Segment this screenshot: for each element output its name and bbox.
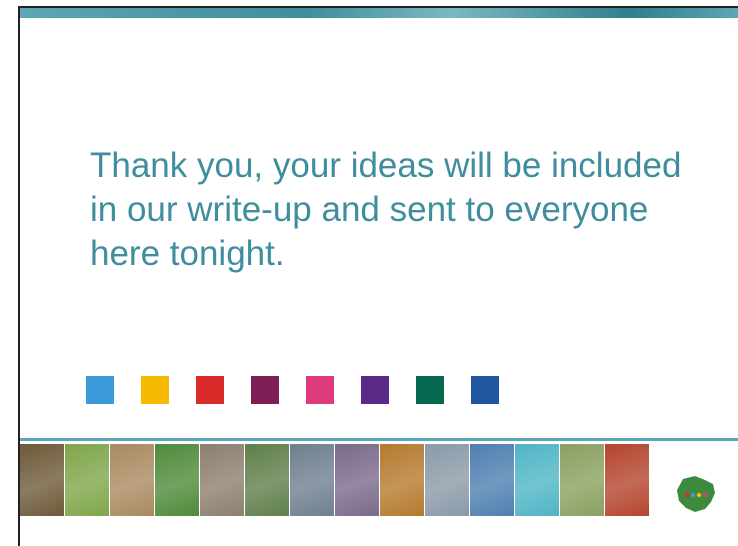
meadow-photo bbox=[65, 444, 109, 516]
top-band bbox=[20, 8, 738, 18]
walkers-photo bbox=[335, 444, 379, 516]
market-town-photo bbox=[110, 444, 154, 516]
wiltshire-assembly-logo bbox=[665, 453, 731, 523]
stone-tower-photo bbox=[200, 444, 244, 516]
color-square bbox=[361, 376, 389, 404]
divider-strip bbox=[20, 438, 738, 441]
children-playing-photo bbox=[155, 444, 199, 516]
cyclists-photo bbox=[245, 444, 289, 516]
color-square bbox=[196, 376, 224, 404]
thank-you-message: Thank you, your ideas will be included i… bbox=[90, 146, 682, 273]
bus-photo bbox=[470, 444, 514, 516]
color-square bbox=[86, 376, 114, 404]
county-map-icon bbox=[677, 476, 715, 512]
fruit-stall-photo bbox=[605, 444, 649, 516]
color-square bbox=[251, 376, 279, 404]
slide: Thank you, your ideas will be included i… bbox=[18, 6, 738, 546]
autumn-tree-photo bbox=[380, 444, 424, 516]
traffic-road-photo bbox=[290, 444, 334, 516]
color-squares bbox=[86, 376, 499, 404]
swimming-photo bbox=[515, 444, 559, 516]
countryside-photo bbox=[560, 444, 604, 516]
color-square bbox=[471, 376, 499, 404]
photo-strip bbox=[20, 444, 650, 516]
color-square bbox=[306, 376, 334, 404]
color-square bbox=[141, 376, 169, 404]
church-photo bbox=[425, 444, 469, 516]
color-square bbox=[416, 376, 444, 404]
village-street-photo bbox=[20, 444, 64, 516]
